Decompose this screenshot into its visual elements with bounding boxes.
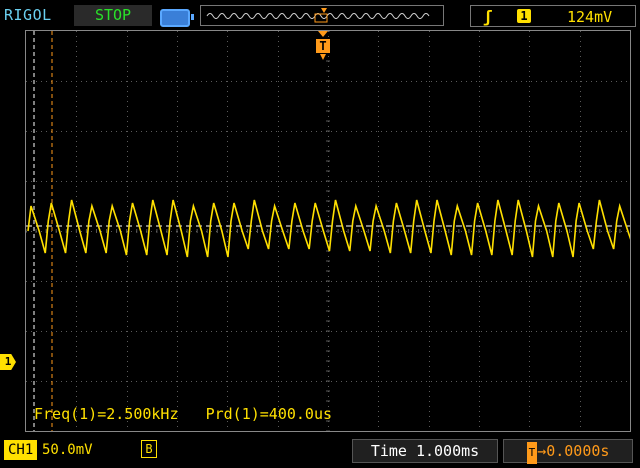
overview-waveform [206,8,430,23]
trigger-level-value: 124mV [567,8,613,26]
brand-logo: RIGOL [4,6,52,24]
trigger-delay-display[interactable]: T →0.0000s [503,439,633,464]
trigger-delay-icon: T [526,442,538,464]
scope-grid-svg [25,30,638,432]
channel1-offset-marker[interactable]: 1 [0,354,16,370]
trigger-settings-panel[interactable]: ʃ 1 124mV [470,5,636,27]
memory-depth-icon [160,9,194,27]
frequency-measurement: Freq(1)=2.500kHz [34,405,179,423]
top-status-bar: RIGOL STOP ʃ 1 124mV [0,0,640,32]
trigger-delay-value: 0.0000s [546,442,610,460]
bottom-status-bar: CH1 50.0mV B Time 1.000ms T →0.0000s [0,437,640,468]
waveform-display[interactable] [25,30,638,432]
waveform-overview-bar[interactable] [200,5,444,26]
trigger-source-badge: 1 [517,9,531,23]
trigger-position-marker[interactable]: T [314,30,332,62]
bandwidth-limit-badge: B [141,440,157,458]
timebase-display[interactable]: Time 1.000ms [352,439,498,463]
channel1-volts-per-div[interactable]: 50.0mV [42,440,93,460]
rising-edge-icon: ʃ [483,7,493,26]
channel1-label[interactable]: CH1 [4,440,38,460]
channel1-waveform-trace [27,199,638,258]
period-measurement: Prd(1)=400.0us [205,405,333,423]
trigger-t-label: T [319,39,326,53]
run-stop-status[interactable]: STOP [74,5,152,26]
measurement-readout: Freq(1)=2.500kHz Prd(1)=400.0us [34,405,332,423]
